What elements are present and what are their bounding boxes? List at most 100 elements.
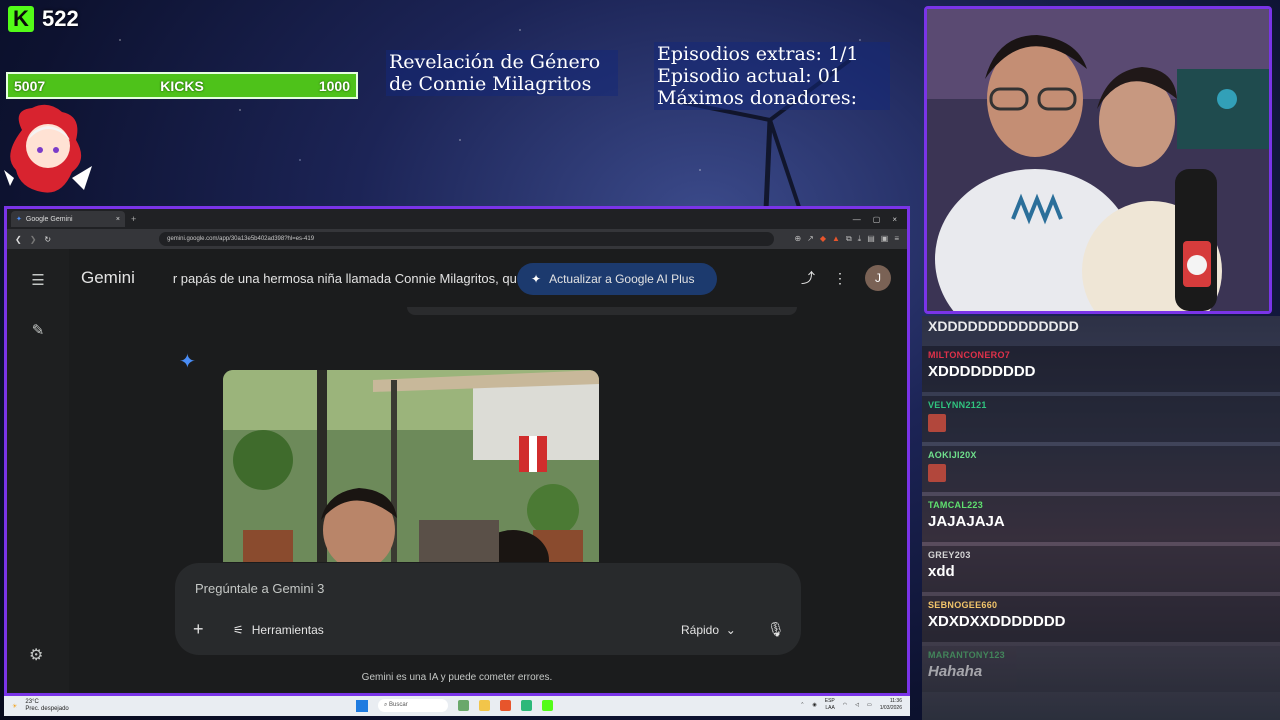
wifi-icon[interactable]: ◠ xyxy=(843,702,847,708)
overlay-title-line2: de Connie Milagritos xyxy=(389,73,592,95)
add-attachment-icon[interactable]: + xyxy=(193,619,204,640)
extension-icons: ⊕ ↗ ◆ ▲ ⧉ ⤓ ▤ ▣ ≡ xyxy=(794,234,899,244)
close-window-button[interactable]: × xyxy=(892,215,897,224)
download-icon[interactable]: ⤓ xyxy=(858,234,862,244)
hamburger-menu-icon[interactable]: ☰ xyxy=(29,271,47,289)
forward-icon[interactable]: ❯ xyxy=(30,235,37,244)
webcam-feed xyxy=(924,6,1272,314)
gemini-spark-icon: ✦ xyxy=(179,351,196,373)
tray-overflow-icon[interactable]: ⌃ xyxy=(800,702,804,708)
kick-app-icon[interactable] xyxy=(542,700,553,711)
model-mode-select[interactable]: Rápido ⌄ xyxy=(681,623,736,637)
emote-icon xyxy=(928,464,946,482)
tools-button[interactable]: ⚟ Herramientas xyxy=(233,623,324,637)
chat-message: AOKIJI20X xyxy=(922,446,1280,492)
chat-message: MARANTONY123 Hahaha xyxy=(922,646,1280,692)
brave-browser-icon[interactable] xyxy=(500,700,511,711)
battery-icon[interactable]: ▭ xyxy=(867,702,872,708)
url-text: gemini.google.com/app/30a13e5b402ad398?h… xyxy=(167,236,315,242)
overlay-stats-line1: Episodios extras: 1/1 xyxy=(657,43,859,65)
chat-message: MILTONCONERO7 XDDDDDDDDD xyxy=(922,346,1280,392)
overlay-stats: Episodios extras: 1/1 Episodio actual: 0… xyxy=(654,42,890,110)
volume-icon[interactable]: ◁ xyxy=(855,702,859,708)
goal-label: KICKS xyxy=(160,77,204,94)
menu-icon[interactable]: ≡ xyxy=(894,234,899,244)
system-tray: ⌃ ◉ ESP LAA ◠ ◁ ▭ 11:36 1/03/2026 xyxy=(800,698,902,712)
kicks-goal-bar: 5007 KICKS 1000 xyxy=(6,72,358,99)
minimize-button[interactable]: — xyxy=(853,215,861,224)
language-indicator[interactable]: ESP LAA xyxy=(825,698,835,712)
goal-start: 5007 xyxy=(14,77,46,94)
gemini-favicon-icon: ✦ xyxy=(16,216,22,223)
sidebar-icon[interactable]: ▤ xyxy=(867,234,875,244)
microphone-icon[interactable]: 🎙 xyxy=(767,621,785,638)
windows-taskbar: ☀ 23°C Prec. despejado ⌕ Buscar ⌃ ◉ ESP … xyxy=(4,696,910,716)
file-explorer-icon[interactable] xyxy=(479,700,490,711)
share-page-icon[interactable]: ↗ xyxy=(807,234,814,244)
maximize-button[interactable]: ▢ xyxy=(873,215,881,224)
gemini-header: Gemini r papás de una hermosa niña llama… xyxy=(69,249,907,307)
clock-time: 11:36 xyxy=(889,698,902,704)
wallet-icon[interactable]: ▣ xyxy=(881,234,889,244)
goal-target: 1000 xyxy=(318,77,350,94)
overlay-title: Revelación de Género de Connie Milagrito… xyxy=(386,50,618,96)
anime-mascot-icon xyxy=(4,104,92,193)
rewards-icon[interactable]: ▲ xyxy=(832,234,840,244)
disclaimer-text: Gemini es una IA y puede cometer errores… xyxy=(361,672,553,683)
header-actions: ⤴ ⋮ J xyxy=(801,265,891,291)
tools-icon: ⚟ xyxy=(233,623,244,637)
gemini-sidebar: ☰ ✎ xyxy=(7,249,69,693)
shared-photo[interactable] xyxy=(223,370,599,562)
tab-title: Google Gemini xyxy=(25,215,73,223)
network-icon[interactable]: ◉ xyxy=(812,702,816,708)
chat-username: MILTONCONERO7 xyxy=(928,350,1011,360)
app-icon[interactable] xyxy=(521,700,532,711)
upgrade-label: Actualizar a Google AI Plus xyxy=(549,272,695,286)
back-icon[interactable]: ❮ xyxy=(15,235,22,244)
more-options-icon[interactable]: ⋮ xyxy=(833,270,847,287)
taskbar-search[interactable]: ⌕ Buscar xyxy=(378,699,448,712)
prompt-input[interactable]: Pregúntale a Gemini 3 xyxy=(195,581,324,596)
kick-logo-icon: K xyxy=(8,6,34,32)
settings-gear-icon[interactable]: ⚙ xyxy=(29,645,43,665)
start-button[interactable] xyxy=(356,699,368,712)
chat-message: GREY203 xdd xyxy=(922,546,1280,592)
emote-icon xyxy=(928,414,946,432)
chat-text: JAJAJAJA xyxy=(928,513,1005,530)
lang-code: ESP xyxy=(824,698,835,704)
family-photo-image xyxy=(223,370,599,562)
avatar[interactable]: J xyxy=(865,265,891,291)
chat-message: VELYNN2121 xyxy=(922,396,1280,442)
zoom-icon[interactable]: ⊕ xyxy=(794,234,801,244)
chat-top-message: XDDDDDDDDDDDDDD xyxy=(928,318,1079,334)
overlay-stats-line3: Máximos donadores: xyxy=(657,87,858,109)
reload-icon[interactable]: ↻ xyxy=(44,235,51,244)
upgrade-button[interactable]: ✦ Actualizar a Google AI Plus xyxy=(517,263,717,295)
weather-condition: Prec. despejado xyxy=(25,706,69,712)
prompt-composer[interactable]: Pregúntale a Gemini 3 + ⚟ Herramientas R… xyxy=(175,563,801,655)
share-icon[interactable]: ⤴ xyxy=(801,268,815,288)
address-bar[interactable]: gemini.google.com/app/30a13e5b402ad398?h… xyxy=(159,232,775,246)
widgets-icon[interactable] xyxy=(458,700,469,711)
mode-label: Rápido xyxy=(681,623,720,637)
chat-username: GREY203 xyxy=(928,550,971,560)
conversation-title[interactable]: r papás de una hermosa niña llamada Conn… xyxy=(173,271,535,286)
clock[interactable]: 11:36 1/03/2026 xyxy=(880,698,902,712)
overlay-title-line1: Revelación de Género xyxy=(389,51,601,73)
taskbar-apps: ⌕ Buscar xyxy=(356,699,553,712)
new-chat-icon[interactable]: ✎ xyxy=(29,321,47,339)
gemini-brand[interactable]: Gemini xyxy=(81,268,135,288)
chat-message: TAMCAL223 JAJAJAJA xyxy=(922,496,1280,542)
chat-text: XDDDDDDDDD xyxy=(928,363,1036,380)
search-label: Buscar xyxy=(389,702,408,708)
clock-date: 1/03/2026 xyxy=(879,705,902,711)
tab-gemini[interactable]: ✦ Google Gemini × xyxy=(11,211,125,227)
url-toolbar: ❮ ❯ ↻ gemini.google.com/app/30a13e5b402a… xyxy=(7,229,907,249)
weather-widget[interactable]: 23°C Prec. despejado xyxy=(25,699,68,713)
chevron-down-icon: ⌄ xyxy=(722,623,736,637)
extensions-icon[interactable]: ⧉ xyxy=(846,234,852,244)
tab-close-icon[interactable]: × xyxy=(116,216,120,223)
shield-icon[interactable]: ◆ xyxy=(820,234,826,244)
weather-icon[interactable]: ☀ xyxy=(12,703,17,710)
new-tab-button[interactable]: + xyxy=(131,214,136,224)
